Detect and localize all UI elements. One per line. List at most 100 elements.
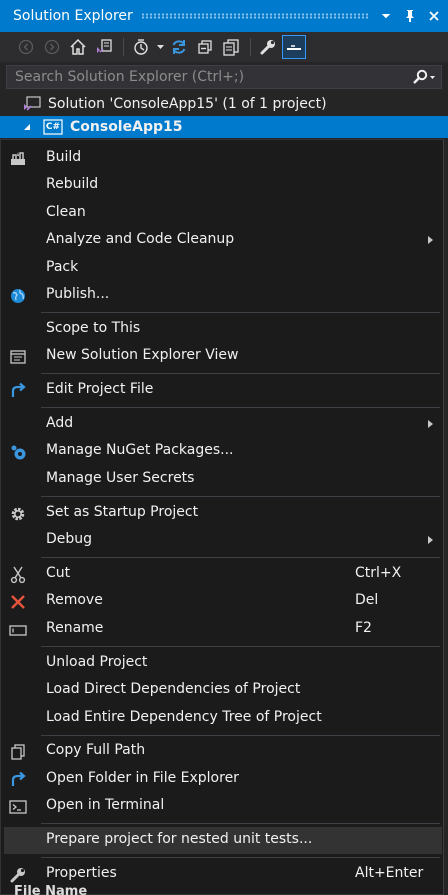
globe-icon — [8, 286, 28, 306]
expand-arrow-icon[interactable] — [20, 120, 34, 134]
menu-item-nuget[interactable]: Manage NuGet Packages... — [4, 438, 442, 465]
menu-item-rebuild[interactable]: Rebuild — [4, 172, 442, 199]
solution-icon — [24, 95, 42, 113]
menu-label: Debug — [46, 531, 93, 547]
menu-separator — [41, 496, 440, 497]
menu-shortcut: Alt+Enter — [355, 865, 424, 881]
menu-label: Unload Project — [46, 654, 148, 670]
menu-label: Set as Startup Project — [46, 504, 199, 520]
menu-label: Rename — [46, 620, 104, 636]
menu-item-copy-full-path[interactable]: Copy Full Path — [4, 738, 442, 765]
menu-label: Remove — [46, 592, 103, 608]
menu-label: Build — [46, 149, 82, 165]
menu-item-cut[interactable]: Cut Ctrl+X — [4, 561, 442, 588]
pending-changes-dropdown-icon[interactable] — [155, 35, 165, 59]
window-menu-dropdown-icon[interactable] — [376, 6, 396, 26]
menu-separator — [41, 823, 440, 824]
menu-item-load-direct-deps[interactable]: Load Direct Dependencies of Project — [4, 677, 442, 704]
solution-label: Solution 'ConsoleApp15' (1 of 1 project) — [48, 96, 327, 112]
menu-item-analyze[interactable]: Analyze and Code Cleanup — [4, 227, 442, 254]
pending-changes-icon[interactable] — [129, 35, 153, 59]
menu-item-open-terminal[interactable]: Open in Terminal — [4, 793, 442, 820]
menu-item-load-entire-tree[interactable]: Load Entire Dependency Tree of Project — [4, 705, 442, 732]
menu-separator — [41, 407, 440, 408]
menu-shortcut: Del — [355, 592, 379, 608]
partial-file-name-label: File Name — [14, 884, 88, 895]
menu-item-publish[interactable]: Publish... — [4, 282, 442, 309]
submenu-arrow-icon — [428, 236, 433, 244]
menu-item-open-folder[interactable]: Open Folder in File Explorer — [4, 766, 442, 793]
toolbar-separator — [250, 38, 251, 56]
terminal-icon — [8, 797, 28, 817]
solution-explorer-window: Solution Explorer Search Solution Explor… — [0, 0, 448, 895]
menu-label: Cut — [46, 565, 71, 581]
menu-label: Pack — [46, 259, 79, 275]
build-icon — [8, 149, 28, 169]
menu-item-clean[interactable]: Clean — [4, 200, 442, 227]
edit-arrow-icon — [8, 381, 28, 401]
collapse-all-icon[interactable] — [193, 35, 217, 59]
menu-label: Edit Project File — [46, 381, 154, 397]
menu-label: Rebuild — [46, 176, 99, 192]
properties-icon[interactable] — [256, 35, 280, 59]
menu-item-build[interactable]: Build — [4, 145, 442, 172]
preview-selected-icon[interactable] — [282, 35, 306, 59]
menu-shortcut: Ctrl+X — [355, 565, 402, 581]
submenu-arrow-icon — [428, 420, 433, 428]
show-all-files-icon[interactable] — [219, 35, 243, 59]
menu-label: New Solution Explorer View — [46, 347, 239, 363]
menu-item-remove[interactable]: Remove Del — [4, 588, 442, 615]
menu-label: Copy Full Path — [46, 742, 146, 758]
scissors-icon — [8, 565, 28, 585]
menu-shortcut: F2 — [355, 620, 372, 636]
menu-label: Manage NuGet Packages... — [46, 442, 234, 458]
menu-item-new-view[interactable]: New Solution Explorer View — [4, 343, 442, 370]
drag-grip[interactable] — [140, 13, 368, 19]
remove-x-icon — [8, 592, 28, 612]
gear-icon — [8, 504, 28, 524]
menu-separator — [41, 373, 440, 374]
menu-separator — [41, 557, 440, 558]
new-view-icon — [8, 347, 28, 367]
switch-views-icon[interactable] — [92, 35, 116, 59]
copy-icon — [8, 742, 28, 762]
forward-icon[interactable] — [40, 35, 64, 59]
close-icon[interactable] — [424, 6, 444, 26]
menu-item-edit-project-file[interactable]: Edit Project File — [4, 377, 442, 404]
menu-label: Properties — [46, 865, 117, 881]
tree-solution-node[interactable]: Solution 'ConsoleApp15' (1 of 1 project) — [0, 93, 448, 115]
menu-label: Scope to This — [46, 320, 141, 336]
menu-label: Open in Terminal — [46, 797, 165, 813]
menu-label: Load Entire Dependency Tree of Project — [46, 709, 322, 725]
menu-item-rename[interactable]: Rename F2 — [4, 616, 442, 643]
home-icon[interactable] — [66, 35, 90, 59]
window-title: Solution Explorer — [13, 8, 133, 24]
tree-project-node[interactable]: C# ConsoleApp15 — [0, 116, 448, 138]
menu-separator — [41, 857, 440, 858]
menu-item-debug[interactable]: Debug — [4, 527, 442, 554]
menu-item-scope-to-this[interactable]: Scope to This — [4, 316, 442, 343]
explorer-toolbar — [0, 32, 448, 62]
csharp-badge: C# — [45, 122, 61, 132]
title-bar[interactable]: Solution Explorer — [0, 0, 448, 32]
wrench-icon — [8, 865, 28, 885]
menu-item-pack[interactable]: Pack — [4, 255, 442, 282]
open-folder-arrow-icon — [8, 770, 28, 790]
context-menu: Build Rebuild Clean Analyze and Code Cle… — [0, 139, 444, 895]
rename-icon — [8, 620, 28, 640]
search-icon[interactable] — [407, 66, 441, 88]
menu-label: Publish... — [46, 286, 110, 302]
search-input[interactable] — [7, 66, 407, 88]
back-icon[interactable] — [14, 35, 38, 59]
project-label: ConsoleApp15 — [70, 119, 183, 135]
menu-item-startup-project[interactable]: Set as Startup Project — [4, 500, 442, 527]
menu-item-unload-project[interactable]: Unload Project — [4, 650, 442, 677]
pin-icon[interactable] — [400, 6, 420, 26]
menu-item-user-secrets[interactable]: Manage User Secrets — [4, 466, 442, 493]
search-box[interactable] — [6, 65, 442, 89]
menu-item-add[interactable]: Add — [4, 411, 442, 438]
sync-icon[interactable] — [167, 35, 191, 59]
menu-item-prepare-nested-tests[interactable]: Prepare project for nested unit tests... — [4, 827, 442, 854]
menu-separator — [41, 646, 440, 647]
menu-label: Prepare project for nested unit tests... — [46, 831, 313, 847]
